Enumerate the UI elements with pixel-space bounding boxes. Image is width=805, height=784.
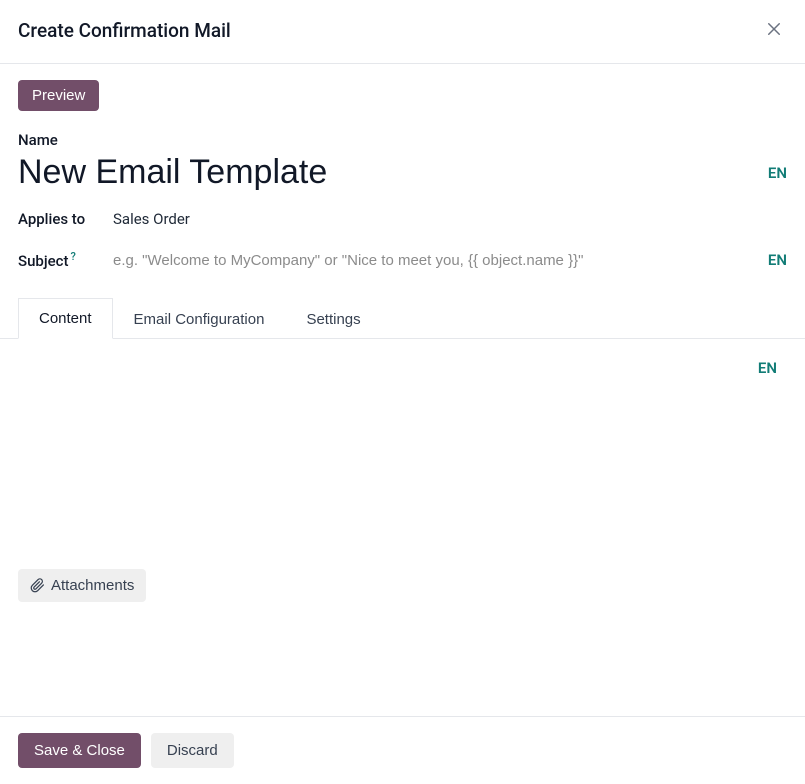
name-label: Name <box>18 131 787 149</box>
tab-email-configuration[interactable]: Email Configuration <box>113 298 286 339</box>
tabs: Content Email Configuration Settings <box>0 298 805 339</box>
discard-button[interactable]: Discard <box>151 733 234 768</box>
preview-button[interactable]: Preview <box>18 80 99 111</box>
modal-header: Create Confirmation Mail <box>0 0 805 64</box>
tab-settings[interactable]: Settings <box>285 298 381 339</box>
subject-label: Subject? <box>18 250 113 270</box>
paperclip-icon <box>30 578 45 593</box>
applies-to-value[interactable]: Sales Order <box>113 210 190 228</box>
content-lang-badge[interactable]: EN <box>758 359 777 377</box>
subject-input-wrap <box>113 252 758 269</box>
modal-footer: Save & Close Discard <box>0 716 805 784</box>
subject-label-text: Subject <box>18 252 68 270</box>
applies-to-row: Applies to Sales Order <box>18 210 787 228</box>
close-button[interactable] <box>761 16 787 45</box>
help-icon[interactable]: ? <box>70 250 75 263</box>
name-row: EN <box>18 153 787 192</box>
modal-dialog: Create Confirmation Mail Preview Name EN… <box>0 0 805 784</box>
subject-lang-badge[interactable]: EN <box>758 251 787 269</box>
subject-row: Subject? EN <box>18 250 787 270</box>
applies-to-label: Applies to <box>18 210 113 228</box>
modal-body: Preview Name EN Applies to Sales Order S… <box>0 64 805 716</box>
save-close-button[interactable]: Save & Close <box>18 733 141 768</box>
close-icon <box>765 20 783 38</box>
attachments-label: Attachments <box>51 577 134 594</box>
attachments-button[interactable]: Attachments <box>18 569 146 602</box>
tab-content[interactable]: Content <box>18 298 113 339</box>
name-input[interactable] <box>18 153 758 192</box>
subject-input[interactable] <box>113 252 758 269</box>
name-lang-badge[interactable]: EN <box>758 164 787 182</box>
modal-title: Create Confirmation Mail <box>18 19 231 42</box>
content-area[interactable]: EN <box>18 339 787 559</box>
